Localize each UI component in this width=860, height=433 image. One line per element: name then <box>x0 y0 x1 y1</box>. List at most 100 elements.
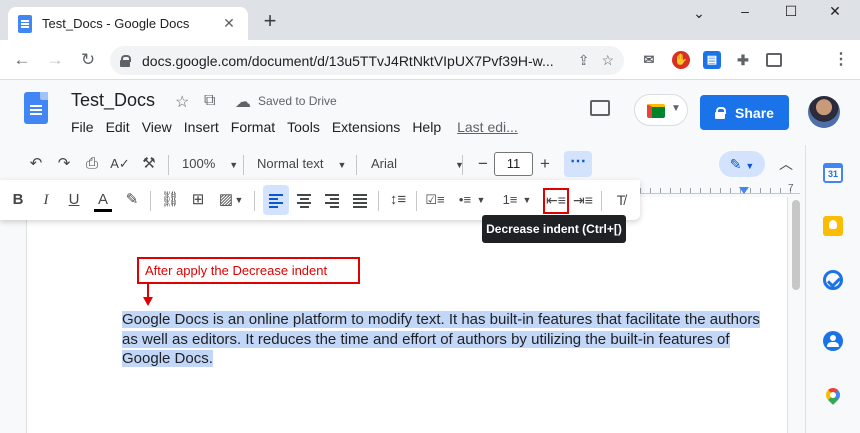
indent-marker[interactable] <box>739 187 749 194</box>
font-size-input[interactable]: 11 <box>494 152 533 176</box>
comments-icon[interactable] <box>590 100 610 116</box>
menu-view[interactable]: View <box>142 119 172 135</box>
menu-format[interactable]: Format <box>231 119 275 135</box>
decrease-font-size-button[interactable]: − <box>474 148 492 180</box>
meet-button[interactable]: ▼ <box>634 94 688 126</box>
contacts-icon[interactable] <box>823 331 843 351</box>
bookmark-star-icon[interactable]: ☆ <box>601 52 614 69</box>
docs-extension-icon[interactable]: ▤ <box>703 51 721 69</box>
numbered-list-icon[interactable]: 1≡ <box>498 185 522 215</box>
highlight-pen-icon[interactable]: ✎ <box>120 185 144 215</box>
cloud-saved-icon: ☁ <box>235 94 251 111</box>
chevron-down-icon[interactable]: ⌄ <box>676 2 722 26</box>
saved-status: Saved to Drive <box>258 94 337 108</box>
add-comment-icon[interactable]: ⊞ <box>186 185 210 215</box>
caret-down-icon: ▼ <box>229 160 239 170</box>
scrollbar[interactable] <box>792 200 800 290</box>
url-text[interactable]: docs.google.com/document/d/13u5TTvJ4RtNk… <box>142 53 566 69</box>
toolbar-divider <box>254 191 255 211</box>
annotation-arrow <box>147 284 149 298</box>
align-center-icon[interactable] <box>292 185 316 215</box>
share-page-icon[interactable]: ⇪ <box>578 52 590 69</box>
print-icon[interactable]: ⎙ <box>82 148 102 180</box>
calendar-icon[interactable]: 31 <box>823 163 843 183</box>
italic-icon[interactable]: I <box>34 185 58 215</box>
redo-icon[interactable]: ↷ <box>54 148 74 180</box>
increase-indent-icon[interactable]: ⇥≡ <box>571 185 595 215</box>
increase-font-size-button[interactable]: + <box>536 148 554 180</box>
document-body-text[interactable]: Google Docs is an online platform to mod… <box>122 310 762 369</box>
docs-favicon-icon <box>18 14 32 33</box>
link-icon[interactable]: ⛓ <box>158 185 182 215</box>
font-dropdown[interactable]: Arial ▼ <box>371 148 464 180</box>
toolbar-divider <box>243 155 244 175</box>
reload-button[interactable]: ↻ <box>76 48 100 72</box>
address-bar[interactable]: docs.google.com/document/d/13u5TTvJ4RtNk… <box>110 46 624 75</box>
bold-icon[interactable]: B <box>6 185 30 215</box>
lock-icon[interactable] <box>120 54 131 67</box>
collapse-menus-icon[interactable]: ︿ <box>776 148 796 180</box>
toolbar-divider <box>168 155 169 175</box>
menu-tools[interactable]: Tools <box>287 119 320 135</box>
ruler-ticks <box>640 188 800 193</box>
kebab-menu-icon[interactable]: ⋮ <box>832 51 850 69</box>
move-folder-icon[interactable]: ⧉ <box>204 92 215 110</box>
annotation-callout: After apply the Decrease indent <box>137 257 360 284</box>
minimize-button[interactable]: – <box>722 0 768 24</box>
paint-format-icon[interactable]: ⚒ <box>139 148 159 180</box>
more-options-button[interactable]: ⋯ <box>564 151 592 177</box>
tasks-icon[interactable] <box>823 270 843 290</box>
undo-icon[interactable]: ↶ <box>26 148 46 180</box>
align-left-icon[interactable] <box>263 185 289 215</box>
ruler-number: 7 <box>788 183 794 194</box>
menu-insert[interactable]: Insert <box>184 119 219 135</box>
menu-extensions[interactable]: Extensions <box>332 119 400 135</box>
clear-formatting-icon[interactable]: T̸ <box>609 185 633 215</box>
line-spacing-icon[interactable]: ↕≡ <box>386 185 410 215</box>
toolbar-divider <box>356 155 357 175</box>
share-button[interactable]: Share <box>700 95 789 130</box>
maps-icon[interactable] <box>823 388 843 408</box>
close-window-button[interactable]: ✕ <box>812 0 858 24</box>
ruler[interactable] <box>640 182 800 194</box>
zoom-dropdown[interactable]: 100% ▼ <box>182 148 238 180</box>
caret-down-icon[interactable]: ▼ <box>474 185 488 215</box>
checklist-icon[interactable]: ☑≡ <box>423 185 447 215</box>
selected-paragraph[interactable]: Google Docs is an online platform to mod… <box>122 311 760 367</box>
justify-icon[interactable] <box>348 185 372 215</box>
spellcheck-icon[interactable]: A✓ <box>110 148 130 180</box>
side-panel-icon[interactable] <box>766 53 782 67</box>
menu-edit[interactable]: Edit <box>106 119 130 135</box>
decrease-indent-tooltip: Decrease indent (Ctrl+[) <box>482 215 626 243</box>
browser-tab[interactable]: Test_Docs - Google Docs ✕ <box>8 7 248 40</box>
text-color-icon[interactable]: A <box>91 185 115 215</box>
account-avatar[interactable] <box>808 96 840 128</box>
caret-down-icon[interactable]: ▼ <box>520 185 534 215</box>
toolbar-divider <box>601 191 602 211</box>
extensions-puzzle-icon[interactable]: ✚ <box>734 51 752 69</box>
mail-extension-icon[interactable]: ✉ <box>640 51 658 69</box>
underline-icon[interactable]: U <box>62 185 86 215</box>
last-edit-link[interactable]: Last edi... <box>457 119 518 135</box>
star-icon[interactable]: ☆ <box>175 92 189 112</box>
zoom-value: 100% <box>182 156 216 171</box>
browser-toolbar: ← → ↻ docs.google.com/document/d/13u5TTv… <box>0 40 860 110</box>
decrease-indent-highlight <box>543 188 569 214</box>
keep-icon[interactable] <box>823 216 843 236</box>
menu-file[interactable]: File <box>71 119 94 135</box>
caret-down-icon[interactable]: ▼ <box>232 185 246 215</box>
maximize-button[interactable]: ☐ <box>768 0 814 24</box>
docs-logo-icon[interactable] <box>24 92 48 124</box>
stop-extension-icon[interactable]: ✋ <box>672 51 690 69</box>
forward-button[interactable]: → <box>43 48 67 72</box>
pencil-icon: ✎ <box>729 156 742 172</box>
menu-help[interactable]: Help <box>412 119 441 135</box>
close-tab-icon[interactable]: ✕ <box>220 15 238 32</box>
tab-title: Test_Docs - Google Docs <box>42 16 190 31</box>
back-button[interactable]: ← <box>10 48 34 72</box>
new-tab-button[interactable]: + <box>258 10 282 32</box>
editing-mode-button[interactable]: ✎ ▼ <box>719 151 765 177</box>
align-right-icon[interactable] <box>320 185 344 215</box>
document-title[interactable]: Test_Docs <box>71 90 155 111</box>
style-dropdown[interactable]: Normal text ▼ <box>257 148 346 180</box>
